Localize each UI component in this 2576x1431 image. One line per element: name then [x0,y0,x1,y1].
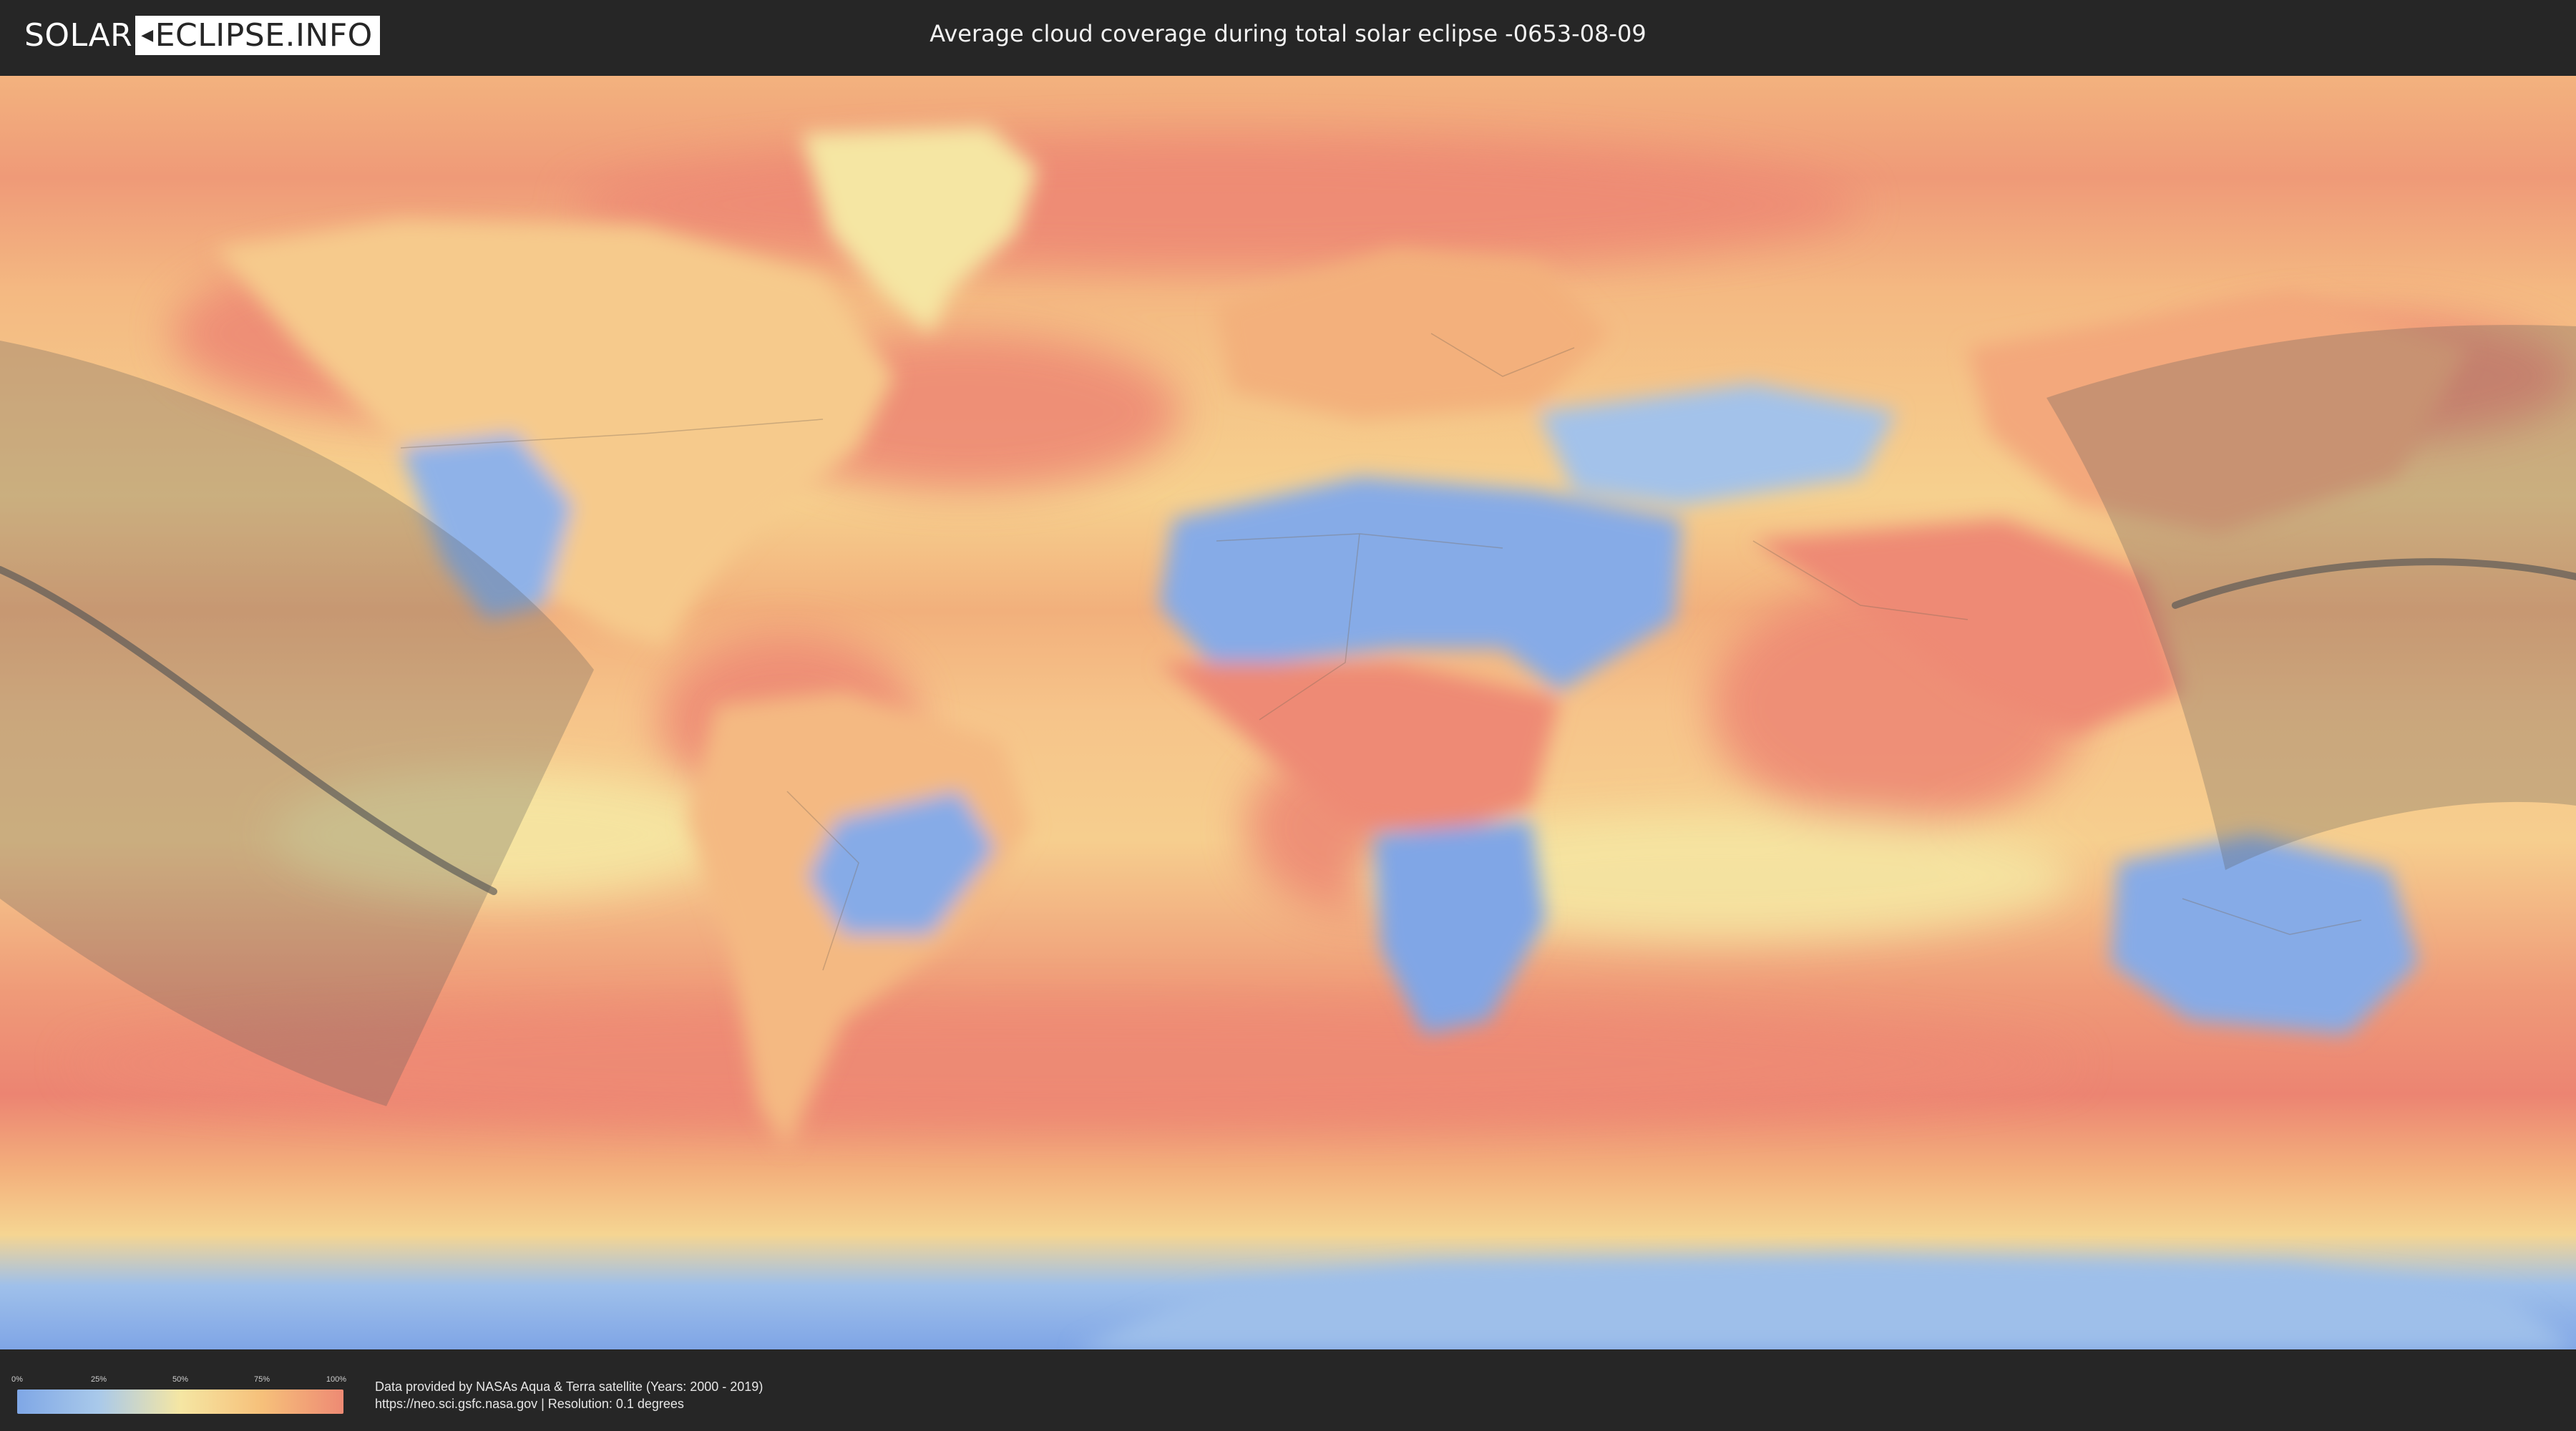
cloud-coverage-map[interactable] [0,76,2576,1349]
data-source-resolution: https://neo.sci.gsfc.nasa.gov | Resoluti… [375,1397,684,1411]
data-credit: Data provided by NASAs Aqua & Terra sate… [375,1379,763,1394]
header-bar: SOLAR ◀ ECLIPSE.INFO Average cloud cover… [0,0,2576,72]
legend-tick-100: 100% [326,1375,347,1384]
legend-tick-0: 0% [11,1375,23,1384]
legend-tick-75: 75% [253,1375,270,1384]
page-title: Average cloud coverage during total sola… [930,20,1646,47]
legend-tick-25: 25% [90,1375,107,1384]
legend-color-bar [17,1390,343,1414]
legend-tick-50: 50% [172,1375,189,1384]
legend-tick-labels: 0% 25% 50% 75% 100% [11,1375,347,1387]
